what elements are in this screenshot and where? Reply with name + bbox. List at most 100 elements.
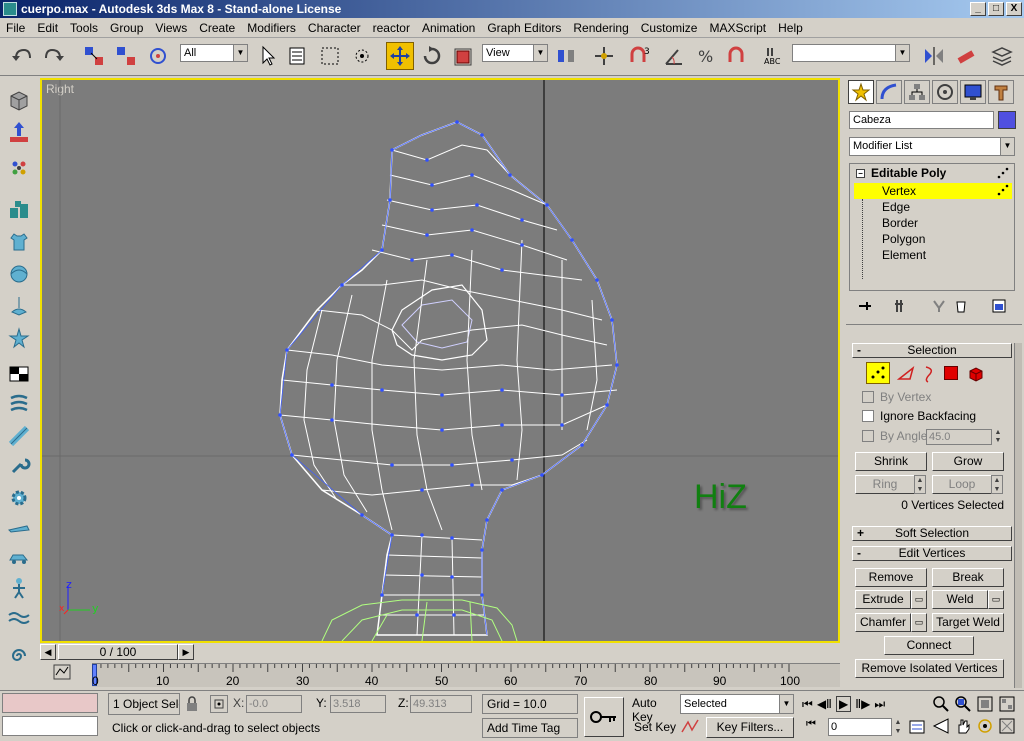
stack-item-border[interactable]: Border	[882, 216, 918, 230]
stack-item-editable-poly[interactable]: − Editable Poly	[856, 166, 946, 180]
tab-display[interactable]	[960, 80, 986, 104]
pin-stack-icon[interactable]	[857, 298, 873, 314]
menu-views[interactable]: Views	[149, 21, 193, 35]
edit-named-selection-icon[interactable]: ABC	[760, 42, 788, 70]
go-to-start-icon[interactable]: ⏮	[802, 697, 813, 712]
maximize-button[interactable]: □	[988, 2, 1004, 16]
remove-button[interactable]: Remove	[855, 568, 927, 587]
layer-manager-icon[interactable]	[988, 42, 1016, 70]
x-coord-input[interactable]: -0.0	[246, 695, 302, 713]
angle-spinner-input[interactable]: 45.0	[926, 429, 992, 445]
default-tangent-icon[interactable]	[680, 718, 702, 738]
configure-sets-icon[interactable]	[991, 298, 1007, 314]
percent-snap-icon[interactable]: %	[692, 42, 720, 70]
y-coord-input[interactable]: 3.518	[330, 695, 386, 713]
menu-customize[interactable]: Customize	[635, 21, 704, 35]
close-button[interactable]: X	[1006, 2, 1022, 16]
ignore-backfacing-checkbox[interactable]: Ignore Backfacing	[862, 409, 976, 423]
sphere-icon[interactable]	[5, 260, 33, 288]
tab-motion[interactable]	[932, 80, 958, 104]
selection-rollout-header[interactable]: - Selection	[852, 343, 1012, 358]
extrude-settings-button[interactable]: ▭	[911, 590, 927, 609]
select-and-link-icon[interactable]	[80, 42, 108, 70]
angle-snap-icon[interactable]	[660, 42, 688, 70]
arc-rotate-icon[interactable]	[976, 717, 994, 735]
stack-item-element[interactable]: Element	[882, 248, 926, 262]
maxscript-listener-white[interactable]	[2, 716, 98, 736]
loop-spinner-icon[interactable]: ▲ ▼	[991, 475, 1003, 494]
lock-icon[interactable]	[184, 695, 200, 713]
play-icon[interactable]: ▶	[835, 696, 852, 712]
pan-hand-icon[interactable]	[954, 717, 972, 735]
element-mode-button[interactable]	[966, 364, 986, 384]
manipulate-icon[interactable]	[590, 42, 618, 70]
time-slider-thumb[interactable]: 0 / 100	[58, 644, 178, 660]
zoom-all-icon[interactable]	[954, 695, 972, 713]
redo-icon[interactable]	[40, 42, 68, 70]
select-and-rotate-icon[interactable]	[418, 42, 446, 70]
stack-item-edge[interactable]: Edge	[882, 200, 910, 214]
target-weld-button[interactable]: Target Weld	[932, 613, 1004, 632]
current-frame-input[interactable]: 0	[828, 718, 892, 736]
bind-space-warp-icon[interactable]	[144, 42, 172, 70]
absolute-mode-icon[interactable]	[210, 695, 228, 713]
checker-icon[interactable]	[5, 360, 33, 388]
select-by-name-icon[interactable]	[284, 42, 312, 70]
wrench-icon[interactable]	[5, 452, 33, 480]
zoom-extents-all-icon[interactable]	[998, 695, 1016, 713]
modifier-list-dropdown[interactable]: Modifier List ▼	[849, 137, 1015, 156]
command-panel-scrollbar[interactable]	[1014, 343, 1022, 688]
collapse-icon[interactable]: −	[856, 168, 865, 178]
edge-mode-button[interactable]	[896, 364, 916, 384]
spinner-snap-icon[interactable]	[724, 42, 752, 70]
menu-create[interactable]: Create	[193, 21, 241, 35]
break-button[interactable]: Break	[932, 568, 1004, 587]
time-slider[interactable]: ◀ 0 / 100 ▶	[40, 643, 840, 661]
frame-spinner-icon[interactable]: ▲ ▼	[893, 718, 903, 736]
tab-modify[interactable]	[876, 80, 902, 104]
pivot-center-icon[interactable]	[552, 42, 580, 70]
align-icon[interactable]	[952, 42, 980, 70]
show-end-result-icon[interactable]	[891, 298, 907, 314]
snap-3d-icon[interactable]: 3	[626, 42, 654, 70]
auto-key-button[interactable]: Auto Key	[630, 694, 678, 724]
named-selection-dropdown[interactable]: ▼	[792, 44, 910, 62]
cloth-icon[interactable]	[5, 292, 33, 320]
remove-modifier-icon[interactable]	[953, 298, 969, 314]
menu-animation[interactable]: Animation	[416, 21, 481, 35]
set-key-button[interactable]: Set Key	[634, 718, 678, 738]
shirt-icon[interactable]	[5, 228, 33, 256]
select-and-scale-icon[interactable]	[450, 42, 478, 70]
weld-button[interactable]: Weld	[932, 590, 988, 609]
viewport-right[interactable]: Right z y x HiZ	[40, 78, 840, 643]
menu-file[interactable]: File	[0, 21, 31, 35]
move-up-icon[interactable]	[5, 118, 33, 146]
field-of-view-icon[interactable]	[932, 717, 950, 735]
spring-icon[interactable]	[5, 422, 33, 450]
key-mode-toggle-icon[interactable]: ⏮	[806, 718, 824, 736]
maximize-viewport-icon[interactable]	[998, 717, 1016, 735]
menu-tools[interactable]: Tools	[64, 21, 104, 35]
swirl-icon[interactable]	[5, 642, 33, 670]
particles-icon[interactable]	[5, 154, 33, 182]
object-color-swatch[interactable]	[998, 111, 1016, 129]
mirror-icon[interactable]	[920, 42, 948, 70]
undo-icon[interactable]	[8, 42, 36, 70]
reference-coordinate-dropdown[interactable]: View ▼	[482, 44, 548, 62]
zoom-extents-icon[interactable]	[976, 695, 994, 713]
key-mode-dropdown[interactable]: Selected ▼	[680, 694, 794, 714]
car-icon[interactable]	[5, 544, 33, 572]
z-coord-input[interactable]: 49.313	[410, 695, 472, 713]
make-unique-icon[interactable]	[931, 298, 947, 314]
track-bar[interactable]: 0 10 20 30 40 50 60 70 80 90 100	[40, 661, 840, 688]
menu-character[interactable]: Character	[302, 21, 367, 35]
select-object-icon[interactable]	[254, 42, 282, 70]
create-box-icon[interactable]	[5, 86, 33, 114]
by-vertex-checkbox[interactable]: By Vertex	[862, 390, 931, 404]
gear-icon[interactable]	[5, 484, 33, 512]
menu-help[interactable]: Help	[772, 21, 809, 35]
window-crossing-icon[interactable]	[348, 42, 376, 70]
time-slider-right-arrow[interactable]: ▶	[178, 644, 194, 660]
add-time-tag-button[interactable]: Add Time Tag	[482, 718, 578, 738]
blocks-icon[interactable]	[5, 196, 33, 224]
